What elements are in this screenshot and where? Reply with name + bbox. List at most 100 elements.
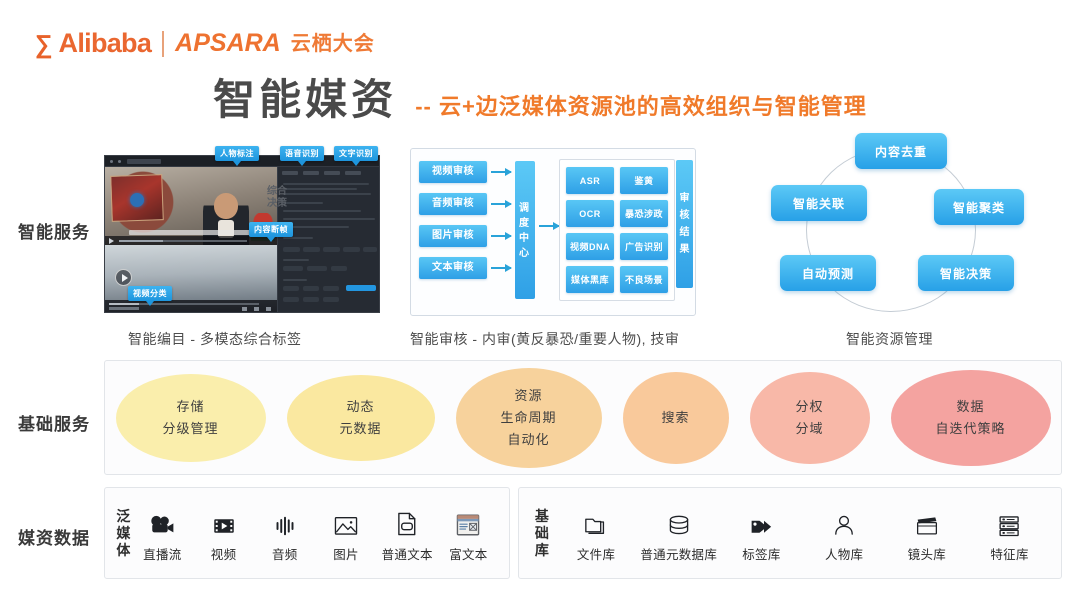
video-controls-secondary[interactable] [105, 300, 277, 312]
play-button-icon[interactable] [115, 269, 132, 286]
screenshot-metadata-panel [277, 167, 379, 312]
basic-service-line: 自动化 [507, 431, 550, 447]
media-item-label: 图片 [333, 547, 359, 562]
basic-service-line: 生命周期 [500, 409, 557, 425]
apsara-name-cn: 云栖大会 [290, 32, 375, 55]
media-item[interactable]: 人物库 [807, 504, 881, 563]
comprehensive-decision-label: 综合 决策 [266, 186, 288, 210]
media-item-label: 人物库 [824, 547, 864, 562]
media-item[interactable]: 音频 [254, 504, 315, 563]
engine-bad-scene: 不良场景 [620, 266, 668, 293]
arrow-audio-icon [491, 200, 512, 208]
media-item-label: 富文本 [449, 547, 488, 562]
callout-content-frame: 内容断帧 [249, 222, 293, 242]
dispatch-char-3: 中 [519, 233, 531, 244]
row-label-intelligent-service: 智能服务 [18, 223, 90, 242]
media-item[interactable]: 普通文本 [377, 504, 438, 563]
dispatch-char-1: 调 [519, 203, 531, 214]
engine-terror-politics: 暴恐涉政 [620, 200, 668, 227]
media-item[interactable]: 普通元数据库 [640, 504, 717, 563]
media-group-vertical-label: 泛媒体 [115, 508, 132, 559]
movie-camera-icon [147, 504, 177, 538]
result-char-2: 核 [679, 210, 690, 221]
node-auto-prediction: 自动预测 [780, 255, 876, 291]
basic-service-line: 分级管理 [162, 420, 219, 436]
audio-waveform-icon [271, 504, 299, 538]
media-item[interactable]: 文件库 [559, 504, 633, 563]
caption-resource-management: 智能资源管理 [846, 331, 933, 347]
basic-service-line: 分权 [795, 398, 824, 414]
video-preview-secondary [105, 245, 277, 312]
audit-source-video: 视频审核 [419, 161, 487, 183]
video-controls-primary[interactable] [105, 236, 277, 245]
media-item-label: 普通文本 [381, 547, 433, 562]
engine-porn-detect: 鉴黄 [620, 167, 668, 194]
media-item[interactable]: 标签库 [724, 504, 798, 563]
caption-intelligent-cataloging: 智能编目 - 多模态综合标签 [128, 331, 302, 347]
apsara-name: APSARA [175, 29, 281, 57]
audit-source-column: 视频审核 音频审核 图片审核 文本审核 [419, 161, 487, 289]
media-item-label: 视频 [210, 547, 237, 562]
logo-divider [162, 30, 165, 57]
audit-source-text: 文本审核 [419, 257, 487, 279]
media-item-label: 特征库 [990, 547, 1029, 562]
slide-canvas: ∑ Alibaba APSARA 云栖大会 智能媒资 -- 云+边泛媒体资源池的… [0, 0, 1080, 606]
basic-services-panel: 存储分级管理 动态 元数据 资源生命周期自动化 搜索 分权 分域 数据 自迭代策略 [104, 360, 1062, 475]
basic-service-ellipse: 分权 分域 [749, 371, 870, 464]
decision-line-1: 综合 [267, 186, 287, 197]
metadata-tabs[interactable] [282, 171, 361, 175]
media-item[interactable]: 直播流 [132, 504, 193, 563]
result-char-4: 果 [679, 244, 690, 255]
folder-icon [581, 504, 611, 538]
arrow-image-icon [491, 232, 512, 240]
audit-source-image: 图片审核 [419, 225, 487, 247]
basic-service-line: 存储 [176, 398, 205, 414]
database-icon [665, 504, 693, 538]
media-item[interactable]: 富文本 [438, 504, 499, 563]
arrow-text-icon [491, 264, 512, 272]
basic-service-line: 自迭代策略 [935, 420, 1006, 436]
arrow-to-engines-icon [539, 222, 560, 230]
video-subtitle-line [129, 230, 253, 235]
basic-service-line: 搜索 [661, 409, 690, 425]
media-item[interactable]: 镜头库 [890, 504, 964, 563]
page-title: 智能媒资 -- 云+边泛媒体资源池的高效组织与智能管理 [0, 66, 1080, 127]
vertical-label-char: 媒 [116, 524, 131, 541]
media-item[interactable]: 特征库 [973, 504, 1047, 563]
media-item-label: 文件库 [576, 547, 616, 562]
row-label-basic-service: 基础服务 [18, 415, 90, 434]
clapperboard-icon [913, 504, 941, 538]
audit-result-bar: 审 核 结 果 [676, 160, 693, 288]
node-smart-association: 智能关联 [771, 185, 867, 221]
caption-intelligent-audit: 智能审核 - 内审(黄反暴恐/重要人物), 技审 [410, 331, 680, 347]
row-label-media-data: 媒资数据 [18, 529, 90, 548]
result-char-3: 结 [679, 227, 690, 238]
media-data-row: 泛媒体直播流 视频 音频 图片 普通文本 富文本 基础库文件库 普通元数据库 标签库 人物库 镜头… [104, 487, 1062, 579]
result-char-1: 审 [679, 193, 690, 204]
brand-name: Alibaba [58, 28, 152, 58]
node-content-dedupe: 内容去重 [855, 133, 947, 169]
doc-file-icon [394, 504, 420, 538]
dispatch-center: 调 度 中 心 [515, 161, 535, 299]
film-play-icon [210, 504, 238, 538]
vertical-label-char: 体 [116, 541, 131, 558]
basic-service-line: 资源 [514, 387, 543, 403]
media-item[interactable]: 视频 [193, 504, 254, 563]
media-item[interactable]: 图片 [315, 504, 376, 563]
node-smart-clustering: 智能聚类 [934, 189, 1024, 225]
basic-service-ellipse: 数据 自迭代策略 [890, 369, 1051, 466]
brand-logo: ∑ Alibaba APSARA 云栖大会 [34, 30, 375, 57]
media-group-pan-media: 泛媒体直播流 视频 音频 图片 普通文本 富文本 [104, 487, 510, 579]
media-group-base-library: 基础库文件库 普通元数据库 标签库 人物库 镜头库 特征库 [518, 487, 1062, 579]
alibaba-mark-icon: ∑ [34, 28, 52, 59]
resource-management-circle: 内容去重 智能聚类 智能决策 自动预测 智能关联 [742, 130, 1042, 320]
callout-video-classification: 视频分类 [128, 286, 172, 306]
engine-media-blacklist: 媒体黑库 [566, 266, 614, 293]
basic-service-line: 元数据 [339, 420, 382, 436]
vertical-label-char: 础 [534, 524, 549, 541]
rich-text-icon [454, 504, 482, 538]
audit-source-audio: 音频审核 [419, 193, 487, 215]
basic-service-ellipse: 动态 元数据 [286, 374, 435, 461]
callout-person-tag: 人物标注 [215, 146, 259, 166]
dispatch-char-4: 心 [519, 248, 531, 259]
